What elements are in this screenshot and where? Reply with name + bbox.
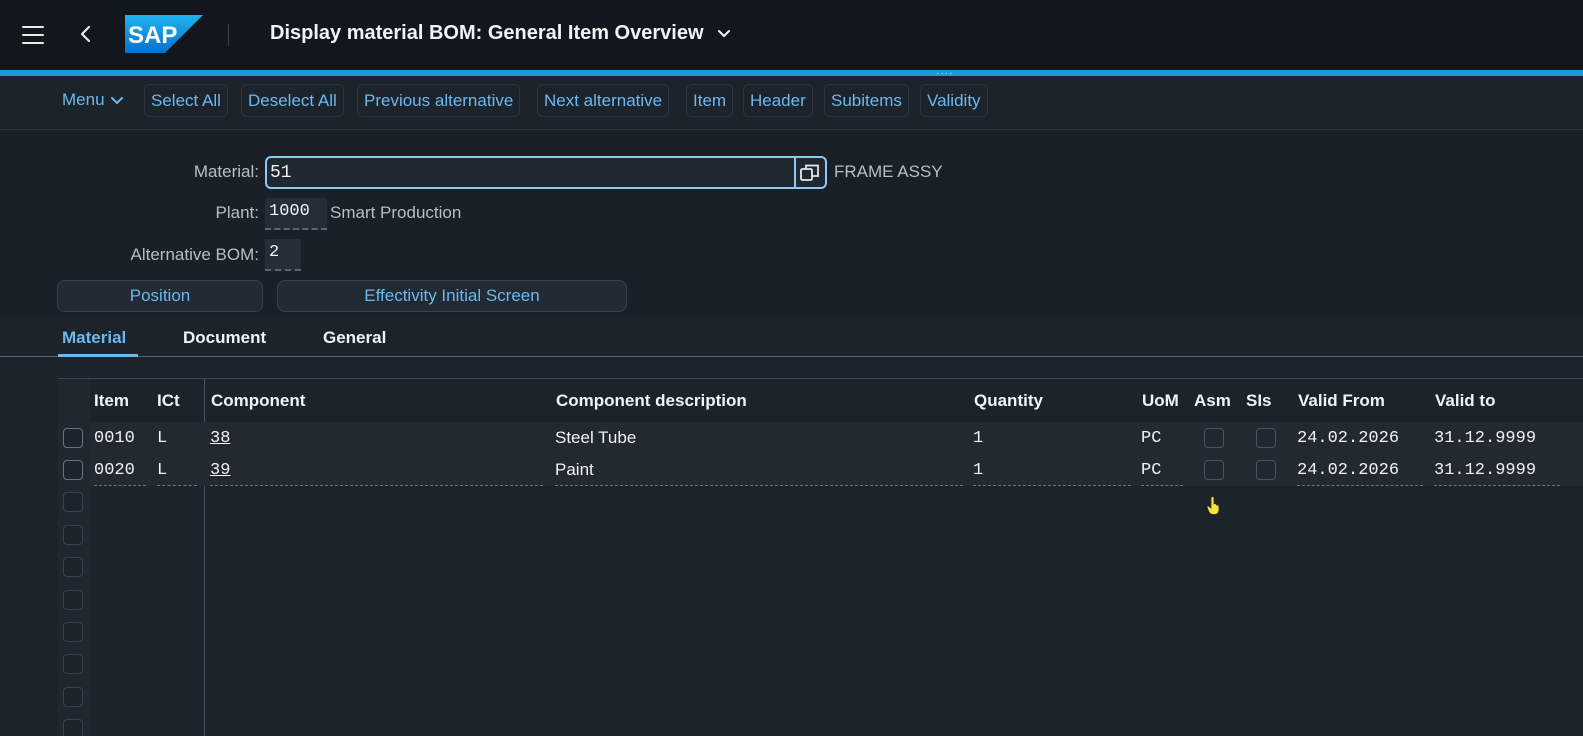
- tab-strip: Material Document General: [0, 317, 1583, 357]
- material-description: FRAME ASSY: [834, 162, 943, 181]
- cell-underline: [94, 485, 146, 486]
- sis-checkbox[interactable]: [1256, 460, 1276, 480]
- valid-from-cell[interactable]: 24.02.2026: [1297, 461, 1399, 480]
- uom-cell[interactable]: PC: [1141, 429, 1161, 448]
- cell-underline: [973, 485, 1131, 486]
- bom-header-form: Material: 51 FRAME ASSY Plant: 1000 Smar…: [0, 131, 1583, 317]
- plant-label: Plant:: [215, 203, 259, 222]
- row-select-checkbox[interactable]: [63, 622, 83, 642]
- chevron-left-icon[interactable]: [76, 22, 96, 46]
- tab-document[interactable]: Document: [183, 328, 266, 348]
- select-all-button[interactable]: Select All: [144, 84, 228, 117]
- column-header-valid-to[interactable]: Valid to: [1435, 391, 1495, 411]
- alternative-bom-field[interactable]: 2: [265, 239, 301, 271]
- column-header-valid-from[interactable]: Valid From: [1298, 391, 1385, 411]
- svg-text:SAP: SAP: [128, 22, 177, 49]
- quantity-cell[interactable]: 1: [973, 461, 983, 480]
- cell-underline: [210, 485, 543, 486]
- validity-button[interactable]: Validity: [920, 84, 988, 117]
- alternative-bom-label: Alternative BOM:: [130, 245, 260, 264]
- column-header-ict[interactable]: ICt: [157, 391, 180, 411]
- chevron-down-icon[interactable]: [717, 29, 731, 39]
- cell-underline: [1297, 485, 1423, 486]
- uom-cell[interactable]: PC: [1141, 461, 1161, 480]
- material-input[interactable]: 51: [265, 156, 827, 189]
- asm-checkbox[interactable]: [1204, 460, 1224, 480]
- item-cell[interactable]: 0020: [94, 461, 135, 480]
- cell-underline: [1434, 485, 1560, 486]
- asm-checkbox[interactable]: [1204, 428, 1224, 448]
- ict-cell[interactable]: L: [157, 429, 167, 448]
- row-select-checkbox[interactable]: [63, 428, 83, 448]
- shell-bar: SAP Display material BOM: General Item O…: [0, 0, 1583, 70]
- row-select-checkbox[interactable]: [63, 590, 83, 610]
- row-select-checkbox[interactable]: [63, 654, 83, 674]
- column-header-component-description[interactable]: Component description: [556, 391, 747, 411]
- chevron-down-icon: [110, 96, 123, 104]
- row-select-checkbox[interactable]: [63, 687, 83, 707]
- row-select-checkbox[interactable]: [63, 557, 83, 577]
- row-select-checkbox[interactable]: [63, 460, 83, 480]
- plant-description: Smart Production: [330, 203, 462, 222]
- component-link[interactable]: 39: [210, 461, 230, 480]
- component-description-cell[interactable]: Steel Tube: [555, 428, 636, 448]
- table-top-border: [58, 378, 1583, 379]
- tab-material[interactable]: Material: [62, 328, 126, 348]
- valid-to-cell[interactable]: 31.12.9999: [1434, 461, 1536, 480]
- menu-button-label: Menu: [62, 90, 105, 109]
- page-title-text: Display material BOM: General Item Overv…: [270, 22, 704, 44]
- cell-underline: [1141, 485, 1183, 486]
- column-header-sis[interactable]: SIs: [1246, 391, 1272, 411]
- previous-alternative-button[interactable]: Previous alternative: [357, 84, 521, 117]
- valid-to-cell[interactable]: 31.12.9999: [1434, 429, 1536, 448]
- cell-underline: [157, 485, 197, 486]
- deselect-all-button[interactable]: Deselect All: [241, 84, 344, 117]
- component-description-cell[interactable]: Paint: [555, 460, 594, 480]
- effectivity-initial-screen-button[interactable]: Effectivity Initial Screen: [277, 280, 627, 312]
- material-label: Material:: [193, 162, 259, 181]
- cell-underline: [555, 485, 963, 486]
- next-alternative-button[interactable]: Next alternative: [537, 84, 670, 117]
- page-title[interactable]: Display material BOM: General Item Overv…: [270, 22, 731, 45]
- row-select-checkbox[interactable]: [63, 492, 83, 512]
- hand-pointer-icon: [1206, 496, 1220, 515]
- row-select-checkbox[interactable]: [63, 719, 83, 736]
- tab-general[interactable]: General: [323, 328, 386, 348]
- toolbar: Menu Select All Deselect All Previous al…: [0, 76, 1583, 130]
- column-header-item[interactable]: Item: [94, 391, 129, 411]
- column-header-asm[interactable]: Asm: [1194, 391, 1231, 411]
- active-tab-indicator: [58, 354, 138, 357]
- item-cell[interactable]: 0010: [94, 429, 135, 448]
- sis-checkbox[interactable]: [1256, 428, 1276, 448]
- hamburger-icon[interactable]: [22, 26, 44, 44]
- sap-logo: SAP: [125, 15, 203, 53]
- column-header-quantity[interactable]: Quantity: [974, 391, 1043, 411]
- ict-cell[interactable]: L: [157, 461, 167, 480]
- column-header-uom[interactable]: UoM: [1142, 391, 1179, 411]
- menu-button[interactable]: Menu: [56, 84, 129, 117]
- quantity-cell[interactable]: 1: [973, 429, 983, 448]
- value-help-separator: [794, 156, 796, 189]
- header-button[interactable]: Header: [743, 84, 813, 117]
- valid-from-cell[interactable]: 24.02.2026: [1297, 429, 1399, 448]
- material-value: 51: [270, 163, 292, 183]
- shell-separator: [228, 24, 229, 46]
- position-button[interactable]: Position: [57, 280, 263, 312]
- item-button[interactable]: Item: [686, 84, 734, 117]
- subitems-button[interactable]: Subitems: [824, 84, 909, 117]
- column-header-component[interactable]: Component: [211, 391, 305, 411]
- value-help-icon[interactable]: [798, 162, 822, 184]
- component-link[interactable]: 38: [210, 429, 230, 448]
- plant-field[interactable]: 1000: [265, 198, 327, 230]
- row-select-checkbox[interactable]: [63, 525, 83, 545]
